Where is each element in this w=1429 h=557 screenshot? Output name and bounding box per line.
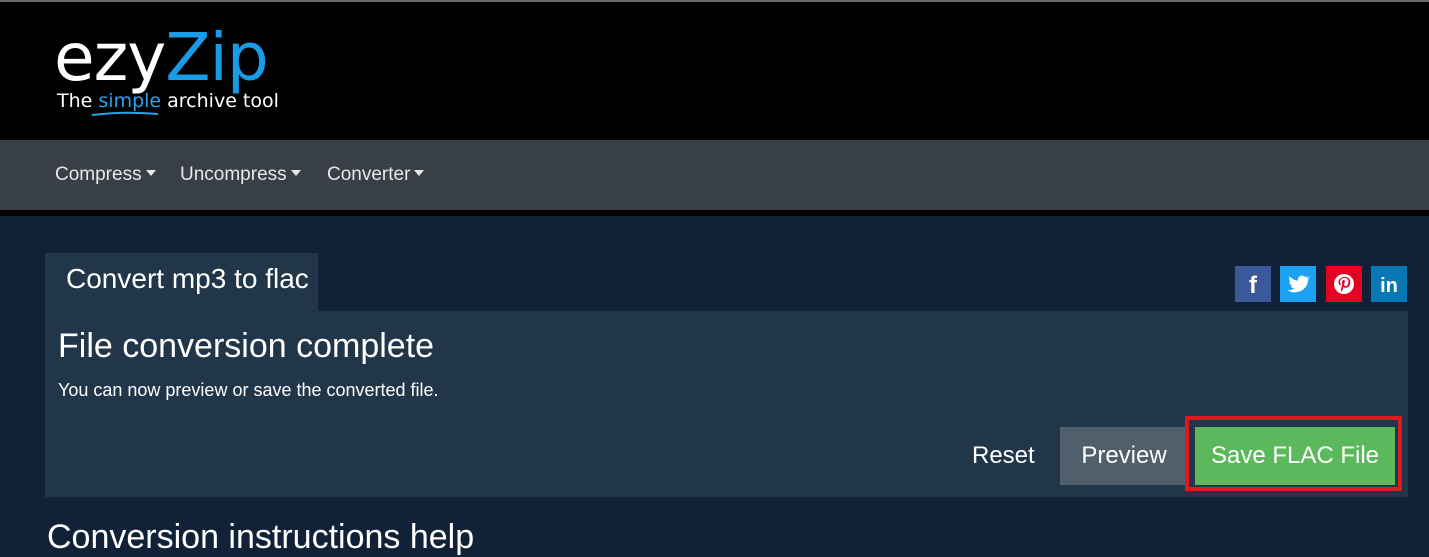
linkedin-glyph: in [1380,275,1398,297]
share-pinterest-button[interactable] [1326,266,1362,302]
facebook-glyph: f [1249,272,1258,299]
chevron-down-icon [414,170,425,177]
nav-uncompress-label: Uncompress [180,164,287,185]
logo-wordmark: ezyZip [54,16,269,100]
preview-button[interactable]: Preview [1060,427,1188,485]
save-flac-button[interactable]: Save FLAC File [1195,427,1395,485]
twitter-icon [1287,275,1311,293]
share-linkedin-button[interactable]: in [1371,266,1407,302]
site-header: ezyZip The simple archive tool [0,2,1429,140]
nav-compress-label: Compress [55,164,142,185]
share-twitter-button[interactable] [1280,266,1316,302]
reset-button[interactable]: Reset [972,427,1035,485]
logo-tagline: The simple archive tool [57,90,279,112]
linkedin-icon: in [1380,275,1398,297]
nav-compress[interactable]: Compress [55,140,156,210]
result-title: File conversion complete [58,327,435,365]
chevron-down-icon [290,170,301,177]
share-facebook-button[interactable]: f [1235,266,1271,302]
tagline-swoosh-icon [91,111,159,116]
nav-converter-label: Converter [327,164,411,185]
facebook-icon: f [1249,272,1258,299]
tagline-post: archive tool [161,90,279,112]
pinterest-icon [1334,274,1354,294]
logo-ezy: ezy [54,19,166,96]
main-nav: Compress Uncompress Converter [0,140,1429,216]
logo-zip: Zip [165,19,268,96]
instructions-heading: Conversion instructions help [47,518,475,556]
nav-uncompress[interactable]: Uncompress [180,140,301,210]
result-message: You can now preview or save the converte… [58,380,439,400]
conversion-result-panel: File conversion complete You can now pre… [45,311,1408,497]
ezyzip-logo[interactable]: ezyZip The simple archive tool [54,16,279,116]
tagline-pre: The [57,90,99,112]
tool-tab: Convert mp3 to flac [45,253,318,311]
chevron-down-icon [145,170,156,177]
nav-converter[interactable]: Converter [327,140,425,210]
tagline-simple: simple [98,90,162,112]
